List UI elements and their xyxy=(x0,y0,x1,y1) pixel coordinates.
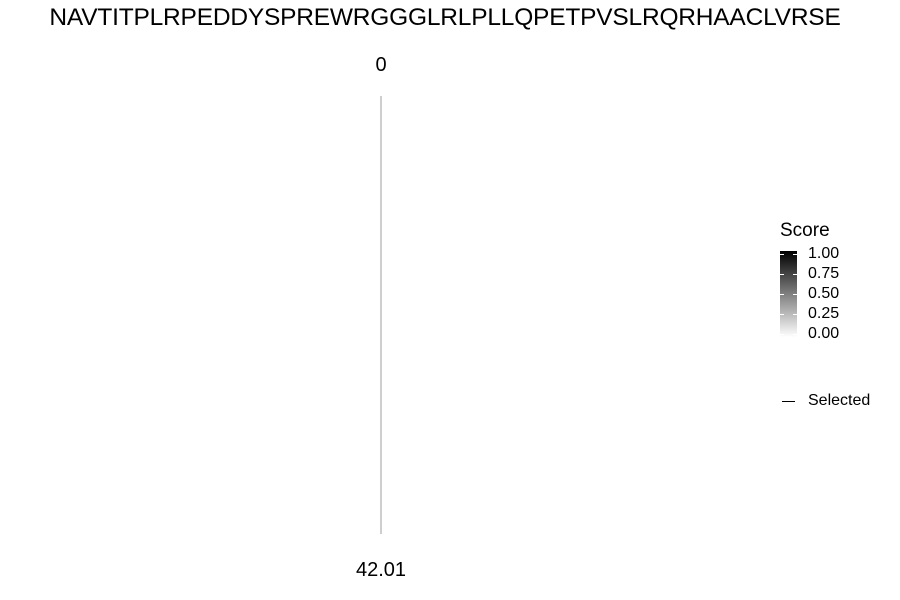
colorbar-tick-left xyxy=(780,294,784,295)
colorbar-tick-right xyxy=(793,294,797,295)
score-legend-title: Score xyxy=(780,220,830,241)
selected-legend-swatch xyxy=(782,401,795,402)
colorbar-tick-left xyxy=(780,254,784,255)
colorbar-tick-right xyxy=(793,274,797,275)
colorbar-tick-label: 0.00 xyxy=(808,325,840,342)
colorbar-tick-label: 0.25 xyxy=(808,305,840,322)
colorbar-tick-left xyxy=(780,314,784,315)
axis-top-label: 0 xyxy=(375,54,386,76)
colorbar-tick-left xyxy=(780,334,784,335)
colorbar-tick-right xyxy=(793,254,797,255)
colorbar-tick-left xyxy=(780,274,784,275)
selected-legend-label: Selected xyxy=(808,392,871,409)
axis-bottom-label: 42.01 xyxy=(356,559,406,581)
colorbar-tick-right xyxy=(793,314,797,315)
chart-plot-area: 042.01 xyxy=(356,54,406,581)
colorbar-tick-label: 1.00 xyxy=(808,245,840,262)
colorbar-tick-label: 0.75 xyxy=(808,265,840,282)
score-legend: Score 1.00 0.75 0.50 0.25 0.00 xyxy=(780,220,839,342)
colorbar-tick-right xyxy=(793,334,797,335)
colorbar-tick-label: 0.50 xyxy=(808,285,840,302)
